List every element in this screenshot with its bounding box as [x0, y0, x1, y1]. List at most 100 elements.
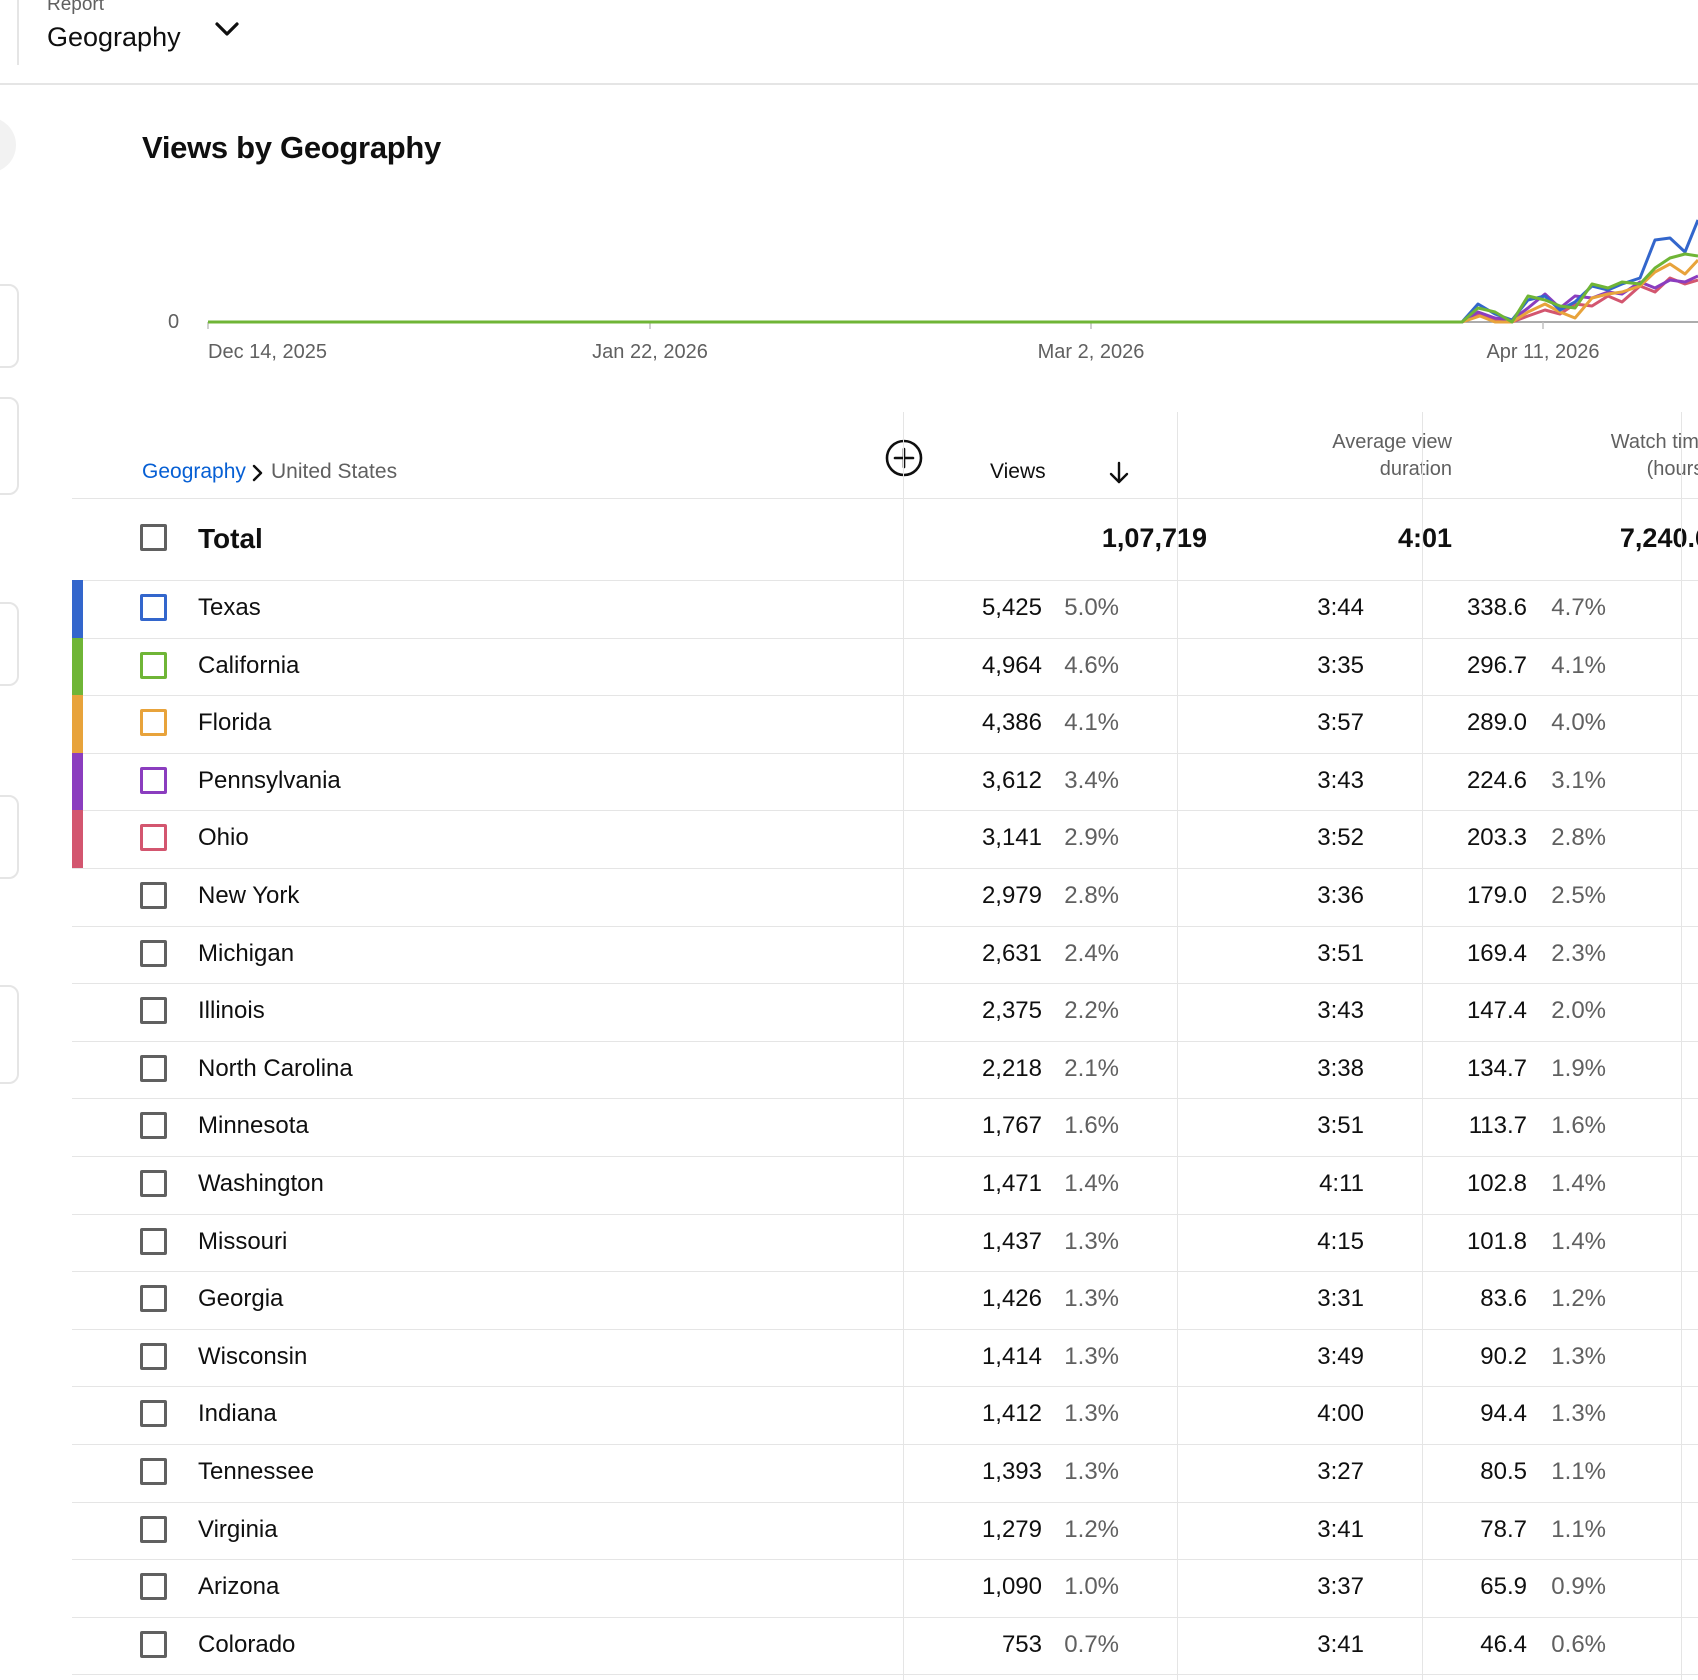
rail-card[interactable] [0, 795, 19, 879]
avg-duration-value: 3:44 [1317, 594, 1364, 621]
arrow-down-icon[interactable] [1107, 460, 1131, 486]
watch-time-percent: 4.7% [1551, 594, 1606, 621]
views-value: 1,767 [981, 1112, 1042, 1140]
x-tick-label: Apr 11, 2026 [1486, 341, 1599, 363]
table-row[interactable]: California 4,964 4.6% 3:35 296.7 4.1% [72, 637, 1698, 697]
table-row[interactable]: Georgia 1,426 1.3% 3:31 83.6 1.2% [72, 1271, 1698, 1330]
row-checkbox[interactable] [140, 1227, 167, 1255]
table-row[interactable]: New York 2,979 2.8% 3:36 179.0 2.5% [72, 868, 1698, 927]
row-checkbox[interactable] [140, 594, 167, 621]
state-name: Washington [198, 1170, 324, 1197]
table-row[interactable]: Indiana 1,412 1.3% 4:00 94.4 1.3% [72, 1386, 1698, 1445]
avg-duration-column-header[interactable]: Average view duration [1212, 429, 1452, 483]
table-row[interactable]: Illinois 2,375 2.2% 3:43 147.4 2.0% [72, 983, 1698, 1042]
state-name: Missouri [198, 1227, 288, 1255]
row-checkbox[interactable] [140, 1515, 167, 1543]
rail-card[interactable] [0, 602, 19, 686]
state-name: Michigan [198, 939, 295, 967]
rail-button[interactable] [0, 117, 16, 173]
avg-duration-value: 3:43 [1317, 997, 1364, 1025]
table-row[interactable]: Texas 5,425 5.0% 3:44 338.6 4.7% [72, 580, 1698, 639]
rail-card[interactable] [0, 985, 19, 1084]
row-checkbox[interactable] [140, 1112, 167, 1140]
total-checkbox[interactable] [140, 524, 167, 551]
watch-time-value: 102.8 [1466, 1170, 1527, 1197]
report-select[interactable]: Geography [47, 22, 181, 53]
views-percent: 0.7% [1064, 1630, 1119, 1658]
table-row[interactable]: Colorado 753 0.7% 3:41 46.4 0.6% [72, 1617, 1698, 1676]
avg-duration-value: 3:51 [1317, 939, 1364, 967]
series-line-pennsylvania[interactable] [208, 274, 1698, 324]
table-row[interactable]: Pennsylvania 3,612 3.4% 3:43 224.6 3.1% [72, 752, 1698, 812]
watch-time-percent: 1.4% [1551, 1227, 1606, 1255]
watch-time-percent: 1.2% [1551, 1285, 1606, 1313]
rail-card[interactable] [0, 397, 19, 495]
views-percent: 1.2% [1064, 1515, 1119, 1543]
table-row[interactable]: Washington 1,471 1.4% 4:11 102.8 1.4% [72, 1156, 1698, 1215]
watch-time-value: 46.4 [1480, 1630, 1527, 1658]
avg-duration-value: 3:41 [1317, 1630, 1364, 1658]
row-checkbox[interactable] [140, 1285, 167, 1313]
state-name: Minnesota [198, 1112, 309, 1140]
watch-time-value: 224.6 [1466, 766, 1527, 794]
row-checkbox[interactable] [140, 1054, 167, 1082]
table-row[interactable]: Ohio 3,141 2.9% 3:52 203.3 2.8% [72, 810, 1698, 869]
row-checkbox[interactable] [140, 1400, 167, 1428]
row-checkbox[interactable] [140, 939, 167, 967]
state-name: Ohio [198, 824, 249, 852]
total-label: Total [198, 523, 263, 554]
views-line-chart[interactable]: 0 Dec 14, 2025 Jan 22, 2026 Mar 2, 2026 Apr… [0, 180, 1698, 370]
avg-duration-value: 3:36 [1317, 882, 1364, 909]
table-row[interactable]: Minnesota 1,767 1.6% 3:51 113.7 1.6% [72, 1098, 1698, 1157]
watch-time-percent: 1.1% [1551, 1515, 1606, 1543]
watch-time-value: 203.3 [1466, 824, 1527, 852]
views-column-header[interactable]: Views [990, 460, 1046, 484]
watch-time-column-header[interactable]: Watch time (hours) [1470, 429, 1698, 483]
views-value: 753 [1001, 1630, 1042, 1658]
watch-time-percent: 1.6% [1551, 1112, 1606, 1140]
avg-duration-value: 3:51 [1317, 1112, 1364, 1140]
views-value: 4,964 [981, 651, 1042, 679]
row-checkbox[interactable] [140, 1342, 167, 1370]
row-checkbox[interactable] [140, 1458, 167, 1485]
table-row[interactable]: Michigan 2,631 2.4% 3:51 169.4 2.3% [72, 926, 1698, 985]
series-line-texas[interactable] [208, 219, 1698, 324]
state-name: Florida [198, 709, 272, 737]
series-line-california[interactable] [208, 252, 1698, 324]
row-checkbox[interactable] [140, 1170, 167, 1197]
row-checkbox[interactable] [140, 882, 167, 909]
chevron-down-icon[interactable] [212, 14, 242, 44]
state-name: Illinois [198, 997, 265, 1025]
avg-duration-value: 3:43 [1317, 766, 1364, 794]
views-percent: 2.1% [1064, 1054, 1119, 1082]
table-row[interactable]: Arizona 1,090 1.0% 3:37 65.9 0.9% [72, 1559, 1698, 1618]
table-row[interactable]: Florida 4,386 4.1% 3:57 289.0 4.0% [72, 695, 1698, 754]
views-percent: 1.0% [1064, 1573, 1119, 1601]
table-row[interactable]: North Carolina 2,218 2.1% 3:38 134.7 1.9% [72, 1041, 1698, 1100]
row-checkbox[interactable] [140, 651, 167, 679]
breadcrumb-geography-link[interactable]: Geography [142, 460, 246, 484]
avg-duration-value: 3:35 [1317, 651, 1364, 679]
row-checkbox[interactable] [140, 709, 167, 737]
views-value: 1,471 [981, 1170, 1042, 1197]
row-checkbox[interactable] [140, 824, 167, 852]
column-divider [1681, 412, 1682, 1680]
header-line: (hours) [1646, 458, 1698, 480]
table-row[interactable]: Wisconsin 1,414 1.3% 3:49 90.2 1.3% [72, 1329, 1698, 1388]
watch-time-value: 147.4 [1466, 997, 1527, 1025]
views-value: 1,414 [981, 1342, 1042, 1370]
x-tick-label: Mar 2, 2026 [1038, 341, 1145, 363]
table-row[interactable]: Virginia 1,279 1.2% 3:41 78.7 1.1% [72, 1502, 1698, 1561]
add-circle-icon[interactable] [884, 438, 924, 478]
row-checkbox[interactable] [140, 997, 167, 1025]
row-checkbox[interactable] [140, 1573, 167, 1601]
views-value: 2,631 [981, 939, 1042, 967]
table-row[interactable]: Tennessee 1,393 1.3% 3:27 80.5 1.1% [72, 1444, 1698, 1503]
avg-duration-value: 3:52 [1317, 824, 1364, 852]
table-row[interactable]: Missouri 1,437 1.3% 4:15 101.8 1.4% [72, 1214, 1698, 1273]
watch-time-percent: 1.9% [1551, 1054, 1606, 1082]
row-checkbox[interactable] [140, 1630, 167, 1658]
chart-title: Views by Geography [142, 130, 441, 165]
watch-time-value: 94.4 [1480, 1400, 1527, 1428]
row-checkbox[interactable] [140, 766, 167, 794]
